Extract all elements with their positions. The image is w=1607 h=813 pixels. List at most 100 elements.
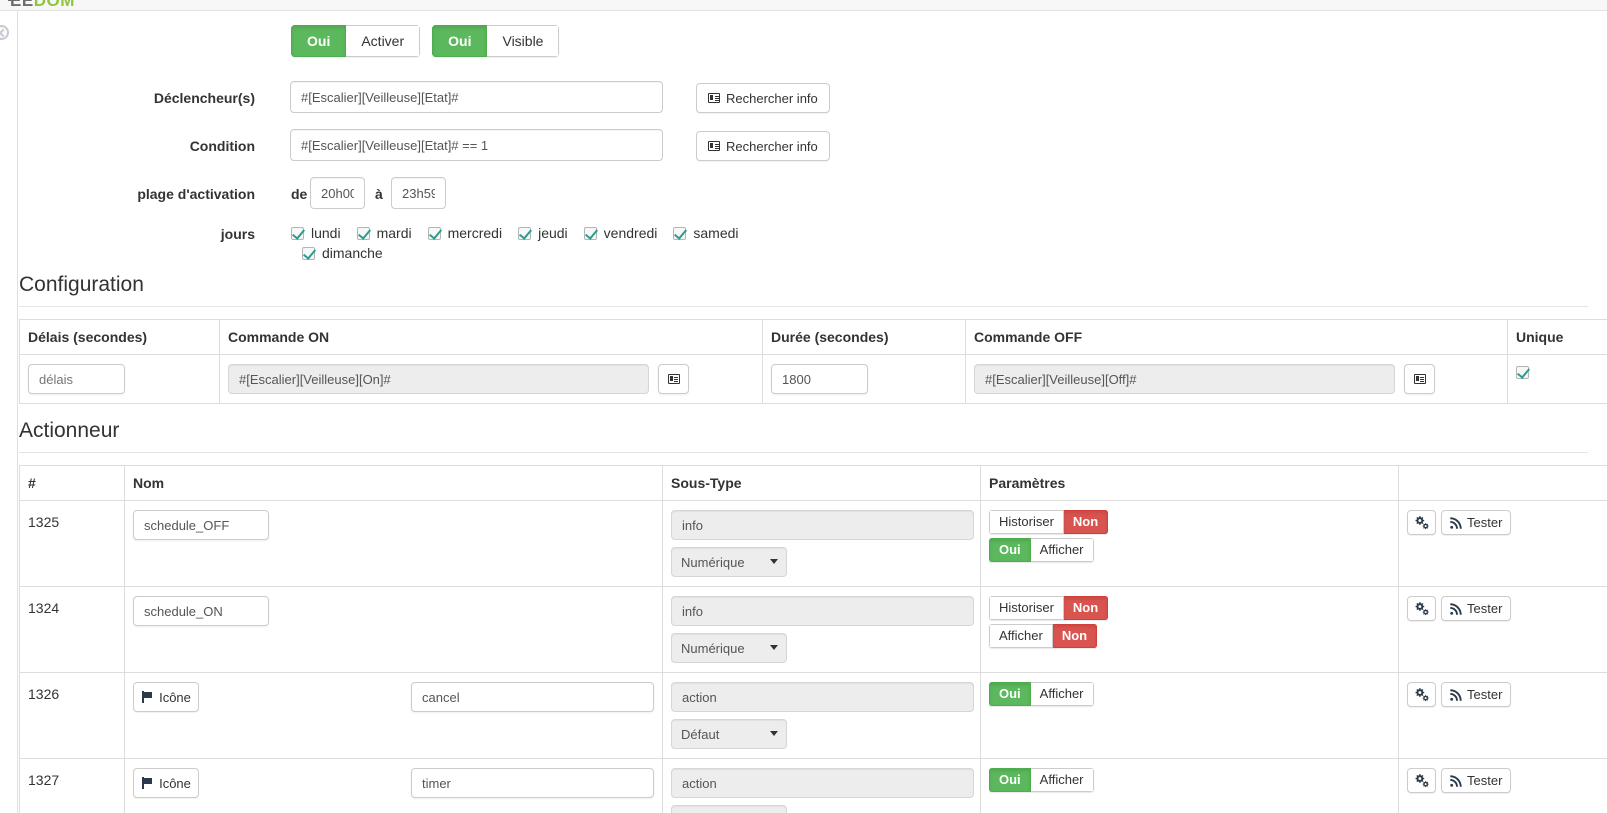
rss-icon	[1450, 516, 1462, 529]
day-checkbox-jeudi[interactable]: jeudi	[518, 225, 568, 241]
row-name-input[interactable]	[411, 682, 654, 712]
row-name-input[interactable]	[133, 596, 269, 626]
list-icon	[708, 93, 720, 103]
checkbox-icon[interactable]	[356, 226, 370, 240]
param-toggle-list: Oui Afficher	[989, 768, 1390, 796]
sidebar-collapse-icon[interactable]	[0, 25, 9, 40]
trigger-input[interactable]	[290, 81, 663, 113]
table-row: 1325 Numérique HistoriserNon OuiAfficher Tes…	[19, 500, 1607, 587]
col-nom: Nom	[124, 465, 663, 501]
app-logo[interactable]: EEDOM	[8, 0, 75, 10]
cell-commande-off	[965, 354, 1508, 404]
row-subtype-select-wrap[interactable]: Numérique	[671, 547, 787, 577]
param-toggle-left[interactable]: Oui	[989, 682, 1031, 706]
param-toggle-group[interactable]: Historiser Non	[989, 596, 1109, 620]
param-toggle-group[interactable]: Afficher Non	[989, 624, 1098, 648]
param-toggle-right[interactable]: Afficher	[1030, 682, 1094, 706]
visible-label-button[interactable]: Visible	[487, 25, 560, 57]
param-toggle-left[interactable]: Historiser	[989, 596, 1064, 620]
duration-input[interactable]	[771, 364, 868, 394]
day-label: lundi	[311, 225, 341, 241]
condition-input[interactable]	[290, 129, 663, 161]
param-toggle-right[interactable]: Non	[1063, 596, 1109, 620]
param-toggle-group[interactable]: Oui Afficher	[989, 768, 1094, 792]
row-subtype-select-wrap[interactable]: Numérique	[671, 633, 787, 663]
row-test-button[interactable]: Tester	[1441, 596, 1512, 621]
trigger-search-info-label: Rechercher info	[726, 90, 818, 106]
row-subtype-select[interactable]: Numérique	[671, 547, 787, 577]
visible-state-button[interactable]: Oui	[432, 25, 488, 57]
param-toggle-left[interactable]: Oui	[989, 538, 1031, 562]
param-toggle-group[interactable]: Oui Afficher	[989, 538, 1094, 562]
unique-checkbox[interactable]	[1516, 366, 1529, 379]
row-configure-button[interactable]	[1407, 596, 1436, 621]
day-checkbox-mardi[interactable]: mardi	[356, 225, 412, 241]
row-subtype-input[interactable]	[671, 768, 974, 798]
row-subtype-select-wrap[interactable]: Défaut	[671, 719, 787, 749]
cell-sous-type: Numérique	[662, 586, 981, 673]
row-name-input[interactable]	[133, 510, 269, 540]
row-name-input[interactable]	[411, 768, 654, 798]
col-actions	[1398, 465, 1607, 501]
param-toggle-group[interactable]: Oui Afficher	[989, 682, 1094, 706]
param-toggle-left[interactable]: Oui	[989, 768, 1031, 792]
checkbox-icon[interactable]	[302, 246, 315, 260]
day-checkbox-mercredi[interactable]: mercredi	[427, 225, 502, 241]
row-subtype-input[interactable]	[671, 682, 974, 712]
checkbox-icon[interactable]	[427, 226, 441, 240]
row-subtype-input[interactable]	[671, 510, 974, 540]
param-toggle-left[interactable]: Historiser	[989, 510, 1064, 534]
checkbox-icon[interactable]	[291, 226, 304, 240]
logo-text-primary: EE	[10, 0, 34, 10]
day-checkbox-vendredi[interactable]: vendredi	[583, 225, 657, 241]
checkbox-icon[interactable]	[583, 226, 597, 240]
activer-toggle-group[interactable]: Oui Activer	[291, 25, 421, 57]
command-off-picker-button[interactable]	[1404, 364, 1435, 394]
cell-actions: Tester	[1398, 500, 1607, 587]
command-off-input[interactable]	[974, 364, 1395, 394]
trigger-search-info-button[interactable]: Rechercher info	[696, 83, 830, 113]
logo-text-secondary: DOM	[33, 0, 75, 10]
range-from-word: de	[291, 186, 308, 202]
app-topbar: EEDOM	[0, 0, 1607, 11]
day-checkbox-dimanche[interactable]: dimanche	[302, 245, 383, 261]
param-toggle-right[interactable]: Afficher	[1030, 538, 1094, 562]
row-test-button[interactable]: Tester	[1441, 768, 1512, 793]
visible-toggle-group[interactable]: Oui Visible	[432, 25, 560, 57]
command-on-picker-button[interactable]	[658, 364, 689, 394]
row-subtype-select-wrap[interactable]: Défaut	[671, 805, 787, 813]
row-subtype-input[interactable]	[671, 596, 974, 626]
row-subtype-select[interactable]: Défaut	[671, 805, 787, 813]
condition-search-info-button[interactable]: Rechercher info	[696, 131, 830, 161]
day-checkbox-lundi[interactable]: lundi	[291, 225, 341, 241]
list-icon	[708, 141, 720, 151]
command-on-input[interactable]	[228, 364, 649, 394]
row-subtype-select[interactable]: Défaut	[671, 719, 787, 749]
day-checkbox-samedi[interactable]: samedi	[673, 225, 739, 241]
range-from-input[interactable]	[310, 177, 365, 209]
row-configure-button[interactable]	[1407, 768, 1436, 793]
row-icon-button[interactable]: Icône	[133, 682, 199, 712]
param-toggle-left[interactable]: Afficher	[989, 624, 1053, 648]
logo-mark-icon	[8, 0, 17, 1]
param-toggle-right[interactable]: Non	[1063, 510, 1109, 534]
param-toggle-right[interactable]: Non	[1052, 624, 1098, 648]
day-label: samedi	[693, 225, 739, 241]
activer-label-button[interactable]: Activer	[346, 25, 421, 57]
activer-state-button[interactable]: Oui	[291, 25, 347, 57]
param-toggle-group[interactable]: Historiser Non	[989, 510, 1109, 534]
row-test-button-label: Tester	[1467, 601, 1503, 616]
checkbox-icon[interactable]	[518, 226, 532, 240]
checkbox-icon[interactable]	[673, 226, 687, 240]
range-to-input[interactable]	[391, 177, 446, 209]
row-test-button[interactable]: Tester	[1441, 510, 1512, 535]
row-configure-button[interactable]	[1407, 682, 1436, 707]
row-subtype-select[interactable]: Numérique	[671, 633, 787, 663]
row-test-button[interactable]: Tester	[1441, 682, 1512, 707]
actionneur-table: # Nom Sous-Type Paramètres 1325 Numérique…	[19, 465, 1607, 813]
delay-input[interactable]	[28, 364, 125, 394]
row-configure-button[interactable]	[1407, 510, 1436, 535]
param-toggle-right[interactable]: Afficher	[1030, 768, 1094, 792]
table-row: 1324NumériqueHistoriserNonAfficherNonTes…	[19, 586, 1607, 673]
row-icon-button[interactable]: Icône	[133, 768, 199, 798]
